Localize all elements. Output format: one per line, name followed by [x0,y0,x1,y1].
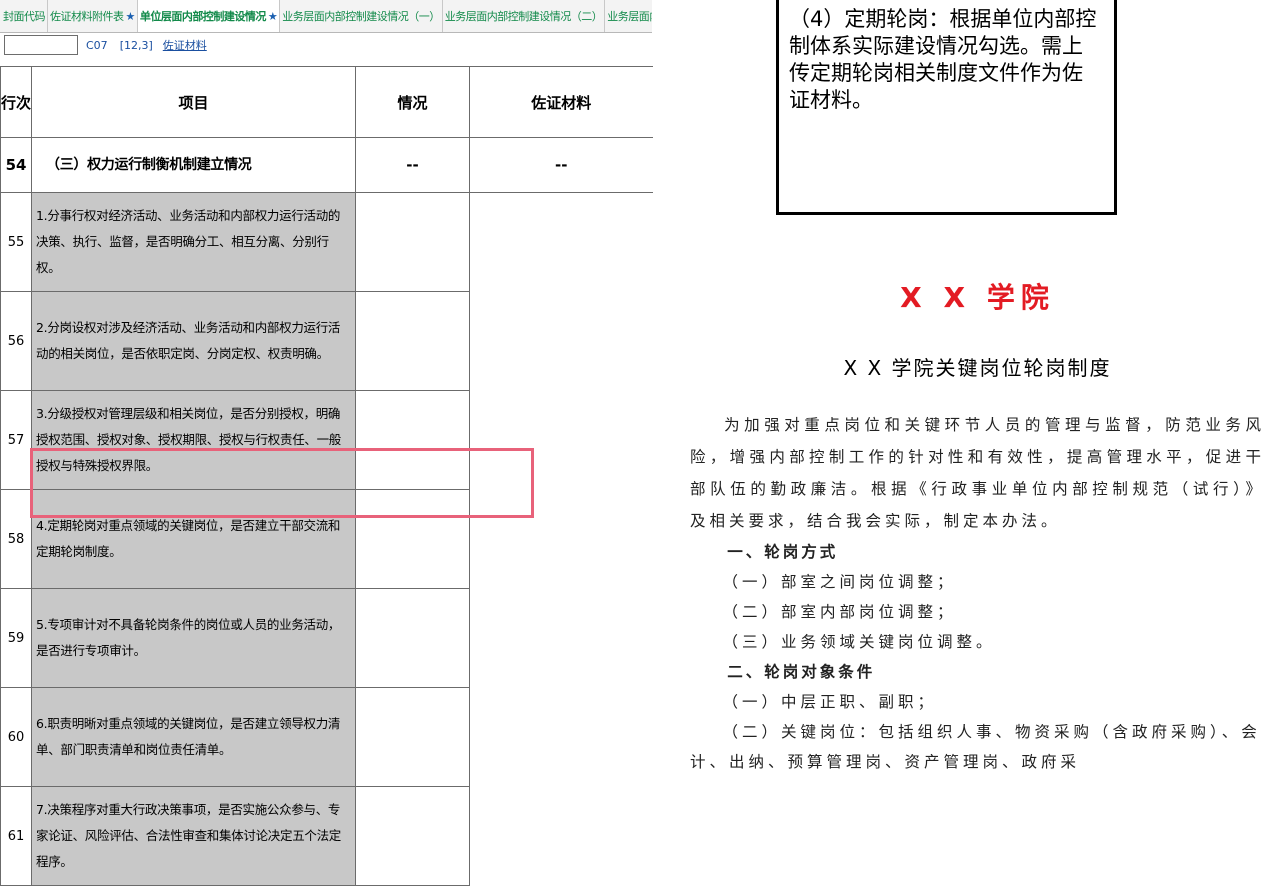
tab-label: 业务层面内部控制建设情况（二） [444,10,603,23]
table-row: 58 4.定期轮岗对重点领域的关键岗位，是否建立干部交流和定期轮岗制度。 [0,489,653,589]
tab-business-level-1[interactable]: 业务层面内部控制建设情况（一） [280,0,443,32]
item-text: 7.决策程序对重大行政决策事项，是否实施公众参与、专家论证、风险评估、合法性审查… [31,786,356,886]
row-number: 56 [0,291,32,391]
evidence-cell[interactable] [469,687,653,787]
cell-content[interactable]: 佐证材料 [163,37,207,53]
list-item: （一）部室之间岗位调整； [722,573,957,591]
evidence-cell[interactable] [469,390,653,490]
formula-bar: C07 [12,3] 佐证材料 [0,33,652,57]
school-name: X X 学院 [900,281,1055,314]
cell-reference-input[interactable] [4,35,78,55]
list-item: （二）部室内部岗位调整； [722,603,957,621]
item-text: 1.分事行权对经济活动、业务活动和内部权力运行活动的决策、执行、监督，是否明确分… [31,192,356,292]
table-header-row: 行次 项目 情况 佐证材料 [0,66,653,138]
intro-paragraph: 为加强对重点岗位和关键环节人员的管理与监督，防范业务风险，增强内部控制工作的针对… [690,416,1265,530]
row-number: 55 [0,192,32,292]
item-text: 4.定期轮岗对重点领域的关键岗位，是否建立干部交流和定期轮岗制度。 [31,489,356,589]
tab-unit-level-control[interactable]: 单位层面内部控制建设情况 ★ [137,0,281,32]
row-number: 58 [0,489,32,589]
spreadsheet-app: 封面代码 佐证材料附件表 ★ 单位层面内部控制建设情况 ★ 业务层面内部控制建设情况… [0,0,653,886]
callout-text: （4）定期轮岗：根据单位内部控制体系实际建设情况勾选。需上传定期轮岗相关制度文件… [789,7,1097,112]
item-text: 5.专项审计对不具备轮岗条件的岗位或人员的业务活动，是否进行专项审计。 [31,588,356,688]
table-row: 55 1.分事行权对经济活动、业务活动和内部权力运行活动的决策、执行、监督，是否… [0,192,653,292]
star-icon: ★ [267,9,278,23]
evidence-cell[interactable] [469,192,653,292]
evidence-cell[interactable] [469,291,653,391]
table-row: 56 2.分岗设权对涉及经济活动、业务活动和内部权力运行活动的相关岗位，是否依职… [0,291,653,391]
evidence-cell[interactable] [469,588,653,688]
section-heading: 一、轮岗方式 [727,542,839,561]
list-item: （三）业务领域关键岗位调整。 [722,633,996,651]
policy-document: X X 学院 X X 学院关键岗位轮岗制度 为加强对重点岗位和关键环节人员的管理… [690,260,1265,777]
tab-business-level-2[interactable]: 业务层面内部控制建设情况（二） [443,0,606,32]
status-cell[interactable] [355,489,470,589]
status-cell[interactable] [355,786,470,886]
tab-label: 佐证材料附件表 [50,10,124,23]
row-number: 61 [0,786,32,886]
evidence-cell[interactable] [469,786,653,886]
section-heading: 二、轮岗对象条件 [727,662,876,681]
cell-coordinate: [12,3] [119,38,153,52]
evidence-cell[interactable]: -- [469,137,653,193]
header-row-number: 行次 [0,66,32,138]
table-row: 59 5.专项审计对不具备轮岗条件的岗位或人员的业务活动，是否进行专项审计。 [0,588,653,688]
row-number: 60 [0,687,32,787]
evidence-cell[interactable] [469,489,653,589]
star-icon: ★ [125,9,136,23]
tab-label: 封面代码 [3,10,46,23]
document-title: X X 学院关键岗位轮岗制度 [843,356,1112,380]
status-cell[interactable]: -- [355,137,470,193]
tab-label: 业务层面内部控制建设情况（一） [282,10,440,23]
header-status: 情况 [355,66,470,138]
tab-cover-code[interactable]: 封面代码 [0,0,48,32]
table-row: 54 （三）权力运行制衡机制建立情况 -- -- [0,137,653,193]
row-number: 59 [0,588,32,688]
tab-label: 业务层面内部控制建设情况（三） [607,10,652,23]
status-cell[interactable] [355,588,470,688]
document-body: 为加强对重点岗位和关键环节人员的管理与监督，防范业务风险，增强内部控制工作的针对… [690,409,1265,777]
tab-business-level-3[interactable]: 业务层面内部控制建设情况（三） [605,0,652,32]
item-text: 3.分级授权对管理层级和相关岗位，是否分别授权，明确授权范围、授权对象、授权期限… [31,390,356,490]
table-row: 60 6.职责明晰对重点领域的关键岗位，是否建立领导权力清单、部门职责清单和岗位… [0,687,653,787]
list-item: （一）中层正职、副职； [722,693,938,711]
list-item: （二）关键岗位：包括组织人事、物资采购（含政府采购）、会计、出纳、预算管理岗、资… [690,723,1261,771]
item-text: 2.分岗设权对涉及经济活动、业务活动和内部权力运行活动的相关岗位，是否依职定岗、… [31,291,356,391]
row-number: 57 [0,390,32,490]
status-cell[interactable] [355,390,470,490]
cell-code: C07 [86,38,108,52]
tab-evidence-attachments[interactable]: 佐证材料附件表 ★ [48,0,138,32]
section-title: （三）权力运行制衡机制建立情况 [31,137,356,193]
header-item: 项目 [31,66,356,138]
sheet-tab-bar: 封面代码 佐证材料附件表 ★ 单位层面内部控制建设情况 ★ 业务层面内部控制建设情况… [0,0,652,33]
annotation-callout: （4）定期轮岗：根据单位内部控制体系实际建设情况勾选。需上传定期轮岗相关制度文件… [776,0,1117,215]
status-cell[interactable] [355,291,470,391]
status-cell[interactable] [355,687,470,787]
row-number: 54 [0,137,32,193]
status-cell[interactable] [355,192,470,292]
item-text: 6.职责明晰对重点领域的关键岗位，是否建立领导权力清单、部门职责清单和岗位责任清… [31,687,356,787]
table-row: 57 3.分级授权对管理层级和相关岗位，是否分别授权，明确授权范围、授权对象、授… [0,390,653,490]
control-table: 行次 项目 情况 佐证材料 54 （三）权力运行制衡机制建立情况 -- -- 5… [0,66,653,886]
table-row: 61 7.决策程序对重大行政决策事项，是否实施公众参与、专家论证、风险评估、合法… [0,786,653,886]
tab-label: 单位层面内部控制建设情况 [139,10,267,23]
header-evidence: 佐证材料 [469,66,653,138]
